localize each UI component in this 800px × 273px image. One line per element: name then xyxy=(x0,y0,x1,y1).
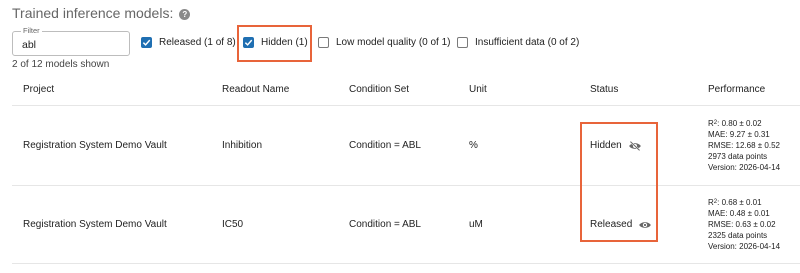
column-header-readout-name[interactable]: Readout Name xyxy=(222,84,289,95)
checkbox-unchecked-icon[interactable] xyxy=(318,37,329,48)
row-1-r2: R2: 0.80 ± 0.02 xyxy=(708,119,762,128)
row-2-data-points: 2325 data points xyxy=(708,231,768,240)
checkbox-unchecked-icon[interactable] xyxy=(457,37,468,48)
filter-label: Filter xyxy=(21,26,42,35)
row-1-data-points: 2973 data points xyxy=(708,152,768,161)
released-checkbox-label: Released (1 of 8) xyxy=(159,37,236,48)
row-divider xyxy=(12,185,800,186)
row-2-readout: IC50 xyxy=(222,219,244,230)
column-header-performance[interactable]: Performance xyxy=(708,84,765,95)
filter-field[interactable]: Filter xyxy=(12,26,130,56)
row-1-version: Version: 2026-04-14 xyxy=(708,163,781,172)
column-header-project[interactable]: Project xyxy=(23,84,54,95)
released-checkbox[interactable]: Released (1 of 8) xyxy=(141,37,236,48)
low-quality-checkbox[interactable]: Low model quality (0 of 1) xyxy=(318,37,451,48)
row-2-mae: MAE: 0.48 ± 0.01 xyxy=(708,209,770,218)
low-quality-checkbox-label: Low model quality (0 of 1) xyxy=(336,37,451,48)
row-2-project: Registration System Demo Vault xyxy=(23,219,167,230)
row-divider xyxy=(12,263,800,264)
insufficient-data-checkbox[interactable]: Insufficient data (0 of 2) xyxy=(457,37,579,48)
row-1-condition: Condition = ABL xyxy=(349,140,421,151)
column-header-status[interactable]: Status xyxy=(590,84,618,95)
status-column-highlight xyxy=(580,122,658,242)
row-1-rmse: RMSE: 12.68 ± 0.52 xyxy=(708,141,780,150)
row-2-rmse: RMSE: 0.63 ± 0.02 xyxy=(708,220,776,229)
row-1-unit: % xyxy=(469,140,478,151)
row-1-performance: R2: 0.80 ± 0.02 MAE: 9.27 ± 0.31 RMSE: 1… xyxy=(708,118,780,173)
checkbox-checked-icon[interactable] xyxy=(141,37,152,48)
row-2-condition: Condition = ABL xyxy=(349,219,421,230)
column-header-condition-set[interactable]: Condition Set xyxy=(349,84,409,95)
header-divider xyxy=(12,105,800,106)
hidden-filter-highlight xyxy=(237,25,312,62)
column-header-unit[interactable]: Unit xyxy=(469,84,487,95)
row-2-r2: R2: 0.68 ± 0.01 xyxy=(708,198,762,207)
row-2-version: Version: 2026-04-14 xyxy=(708,242,781,251)
row-1-project: Registration System Demo Vault xyxy=(23,140,167,151)
row-1-readout: Inhibition xyxy=(222,140,263,151)
title-row: Trained inference models: ? xyxy=(12,5,191,21)
row-2-unit: uM xyxy=(469,219,483,230)
insufficient-data-checkbox-label: Insufficient data (0 of 2) xyxy=(475,37,580,48)
help-icon[interactable]: ? xyxy=(179,8,191,20)
row-1-mae: MAE: 9.27 ± 0.31 xyxy=(708,130,770,139)
page-title: Trained inference models: xyxy=(12,5,174,21)
filter-input[interactable] xyxy=(22,39,122,51)
models-count: 2 of 12 models shown xyxy=(12,59,110,70)
row-2-performance: R2: 0.68 ± 0.01 MAE: 0.48 ± 0.01 RMSE: 0… xyxy=(708,197,780,252)
